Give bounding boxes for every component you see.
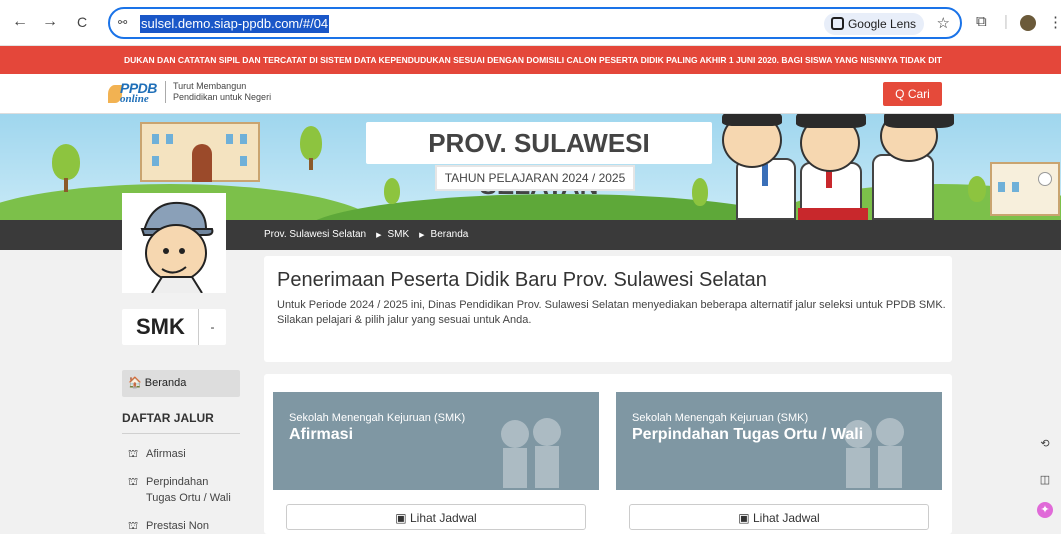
google-lens-button[interactable]: Google Lens: [823, 13, 924, 35]
forward-icon[interactable]: →: [40, 12, 60, 32]
academic-year: TAHUN PELAJARAN 2024 / 2025: [435, 165, 635, 191]
lens-icon: [830, 17, 844, 30]
url-text[interactable]: sulsel.demo.siap-ppdb.com/#/04: [140, 15, 330, 33]
reload-icon[interactable]: C: [72, 12, 92, 32]
jalur-card-perpindahan[interactable]: Sekolah Menengah Kejuruan (SMK) Perpinda…: [616, 392, 942, 490]
jalur-name: Perpindahan Tugas Ortu / Wali: [632, 426, 864, 443]
jalur-card-afirmasi[interactable]: Sekolah Menengah Kejuruan (SMK) Afirmasi: [273, 392, 599, 490]
kid-3-shirt: [872, 154, 934, 220]
sidebar-item-beranda[interactable]: 🏠 Beranda: [122, 370, 240, 397]
calendar-icon: ▣: [395, 511, 407, 525]
sidebar-item-label: Beranda: [144, 377, 187, 389]
reader-icon[interactable]: ◫: [1037, 472, 1053, 488]
tree-far-right: [968, 176, 986, 202]
page-title: Penerimaan Peserta Didik Baru Prov. Sula…: [277, 269, 767, 291]
kids-illustration: [501, 418, 561, 488]
breadcrumb-item-level[interactable]: SMK: [387, 229, 409, 240]
breadcrumb-separator-icon: ▶: [376, 232, 382, 239]
button-label: Lihat Jadwal: [752, 511, 820, 525]
sidebar-item-prestasi[interactable]: ⛫ Prestasi Non: [122, 506, 240, 534]
home-icon: 🏠: [128, 377, 142, 389]
logo-sub: online: [120, 93, 149, 105]
road-icon: ⛫: [128, 448, 139, 460]
tree-middle: [300, 126, 322, 160]
tagline-line-1: Turut Membangun: [173, 81, 247, 91]
assistant-icon[interactable]: ✦: [1037, 502, 1053, 518]
tree-small: [384, 178, 400, 204]
profile-avatar[interactable]: [1020, 15, 1036, 31]
level-dropdown-toggle[interactable]: -: [198, 309, 226, 345]
level-label: SMK: [136, 314, 185, 339]
breadcrumb-item-province[interactable]: Prov. Sulawesi Selatan: [264, 229, 366, 240]
province-title: PROV. SULAWESI SELATAN: [366, 122, 712, 200]
road-icon: ⛫: [128, 520, 139, 532]
jalur-subtitle: Sekolah Menengah Kejuruan (SMK): [289, 412, 466, 424]
translate-icon[interactable]: ⟲: [1037, 436, 1053, 452]
jalur-name: Afirmasi: [289, 426, 354, 443]
tree-small-right: [692, 178, 708, 206]
breadcrumb-separator-icon: ▶: [419, 232, 425, 239]
browser-toolbar: ← → C ⚯ sulsel.demo.siap-ppdb.com/#/04 G…: [0, 0, 1061, 46]
level-selector[interactable]: SMK -: [122, 309, 226, 345]
lens-label: Google Lens: [847, 17, 916, 31]
sidebar-item-perpindahan[interactable]: ⛫ Perpindahan Tugas Ortu / Wali: [122, 462, 240, 506]
toolbar-divider: |: [1004, 13, 1008, 30]
extensions-icon[interactable]: ⧉: [976, 13, 987, 30]
intro-line-2: Silakan pelajari & pilih jalur yang sesu…: [277, 314, 532, 326]
marquee-text: DUKAN DAN CATATAN SIPIL DAN TERCATAT DI …: [124, 55, 942, 65]
tagline-line-2: Pendidikan untuk Negeri: [173, 92, 272, 102]
sidebar-heading: DAFTAR JALUR: [122, 411, 240, 434]
breadcrumb-item-current: Beranda: [430, 229, 469, 240]
sidebar-item-label: Prestasi Non: [146, 520, 209, 532]
button-label: Lihat Jadwal: [409, 511, 477, 525]
road-icon: ⛫: [128, 476, 139, 488]
calendar-icon: ▣: [738, 511, 750, 525]
tree-left: [52, 144, 80, 180]
sidebar-menu: 🏠 Beranda DAFTAR JALUR ⛫ Afirmasi ⛫ Perp…: [122, 370, 240, 534]
tagline: Turut Membangun Pendidikan untuk Negeri: [165, 81, 271, 103]
menu-kebab-icon[interactable]: ⋮: [1048, 13, 1061, 31]
site-header: PPDB online Turut Membangun Pendidikan u…: [0, 74, 1061, 114]
school-building: [140, 122, 260, 182]
address-bar[interactable]: ⚯ sulsel.demo.siap-ppdb.com/#/04 Google …: [108, 7, 962, 39]
kids-illustration: [844, 418, 904, 488]
jalur-subtitle: Sekolah Menengah Kejuruan (SMK): [632, 412, 809, 424]
lihat-jadwal-button[interactable]: ▣ Lihat Jadwal: [629, 504, 929, 530]
sidebar-item-afirmasi[interactable]: ⛫ Afirmasi: [122, 434, 240, 462]
site-info-icon[interactable]: ⚯: [118, 15, 134, 31]
house-right: [990, 162, 1060, 216]
search-button[interactable]: Q Cari: [883, 82, 942, 106]
announcement-marquee: DUKAN DAN CATATAN SIPIL DAN TERCATAT DI …: [0, 46, 1061, 74]
lihat-jadwal-button[interactable]: ▣ Lihat Jadwal: [286, 504, 586, 530]
breadcrumb: Prov. Sulawesi Selatan ▶ SMK ▶ Beranda: [264, 220, 472, 251]
back-icon[interactable]: ←: [10, 12, 30, 32]
sidebar-item-label: Perpindahan Tugas Ortu / Wali: [146, 476, 231, 504]
intro-text: Untuk Periode 2024 / 2025 ini, Dinas Pen…: [277, 298, 949, 328]
intro-line-1: Untuk Periode 2024 / 2025 ini, Dinas Pen…: [277, 299, 946, 311]
mascot-avatar: [122, 193, 226, 293]
sidebar-item-label: Afirmasi: [146, 448, 186, 460]
bookmark-star-icon[interactable]: ☆: [937, 13, 950, 35]
